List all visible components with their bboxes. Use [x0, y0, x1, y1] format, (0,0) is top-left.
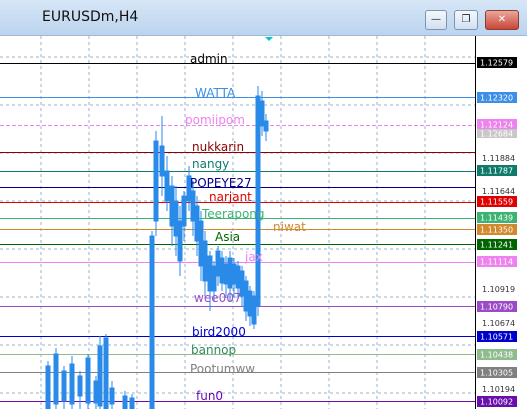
- price-tags: 1.12579 1.12320 1.12124 1.12684 1.11787 …: [477, 57, 517, 407]
- level-label-watta: WATTA: [195, 86, 236, 100]
- level-label-teerapong: Teerapong: [201, 207, 265, 221]
- price-tag-pomiipom: 1.12124: [480, 121, 513, 130]
- level-label-asia: Asia: [215, 230, 240, 244]
- axis-label: 1.10674: [482, 319, 515, 328]
- price-tag-pootumww: 1.10305: [480, 369, 513, 378]
- price-tag-jax: 1.11114: [480, 258, 513, 267]
- chart-canvas[interactable]: admin WATTA pomiipom nukkarin nangy POPE…: [0, 36, 527, 409]
- shift-marker-icon[interactable]: [265, 37, 273, 41]
- axis-label: 1.11884: [482, 154, 515, 163]
- axis-label: 1.10194: [482, 385, 515, 394]
- price-tag-admin: 1.12579: [480, 59, 513, 68]
- price-tag-watta: 1.12320: [480, 94, 513, 103]
- axis-label: 1.10919: [482, 285, 515, 294]
- level-label-fun0: fun0: [196, 389, 223, 403]
- price-tag-nangy: 1.11787: [480, 167, 513, 176]
- level-label-bird2000: bird2000: [192, 325, 246, 339]
- price-tag-bannop: 1.10438: [480, 351, 513, 360]
- level-label-niwat: niwat: [273, 220, 306, 234]
- price-tag-narjant: 1.11559: [480, 198, 513, 207]
- level-label-jax: jax: [244, 250, 263, 264]
- axis-label: 1.11644: [482, 187, 515, 196]
- minimize-button[interactable]: —: [425, 10, 447, 30]
- price-tag-bird2000: 1.10571: [480, 333, 513, 342]
- window-title: EURUSDm,H4: [42, 9, 139, 25]
- price-tag-wee007: 1.10790: [480, 303, 513, 312]
- candlesticks: [45, 86, 269, 409]
- close-button[interactable]: ✕: [485, 10, 519, 30]
- level-label-wee007: wee007: [194, 291, 241, 305]
- price-tag-current: 1.12684: [480, 130, 513, 139]
- price-chart[interactable]: admin WATTA pomiipom nukkarin nangy POPE…: [0, 36, 527, 409]
- level-label-popeye27: POPEYE27: [190, 176, 252, 190]
- price-tag-asia: 1.11241: [480, 241, 513, 250]
- level-label-admin: admin: [190, 52, 228, 66]
- window-titlebar[interactable]: EURUSDm,H4 — ❐ ✕: [0, 0, 527, 36]
- price-tag-niwat: 1.11350: [480, 226, 513, 235]
- level-label-nukkarin: nukkarin: [192, 140, 244, 154]
- price-tag-fun0: 1.10092: [480, 398, 513, 407]
- restore-button[interactable]: ❐: [454, 10, 478, 30]
- level-label-pootumww: Pootumww: [190, 362, 255, 376]
- level-label-narjant: narjant: [209, 190, 252, 204]
- level-label-bannop: bannop: [191, 343, 236, 357]
- grid: [0, 36, 475, 409]
- level-label-pomiipom: pomiipom: [185, 113, 245, 127]
- level-label-nangy: nangy: [192, 157, 229, 171]
- price-tag-teerapong: 1.11439: [480, 214, 513, 223]
